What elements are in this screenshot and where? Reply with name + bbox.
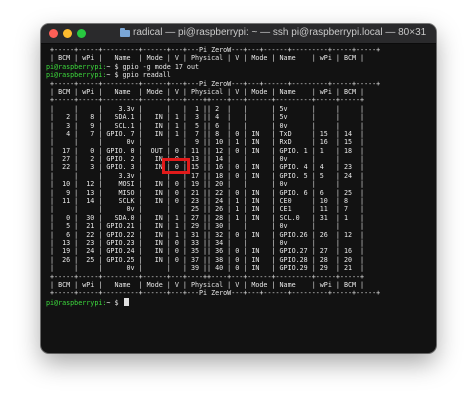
terminal-window: radical — pi@raspberrypi: ~ — ssh pi@ras… <box>41 24 436 353</box>
terminal-line: | BCM | wPi | Name | Mode | V | Physical… <box>46 54 365 63</box>
terminal-line: | 5 | 21 | GPIO.21 | IN | 1 | 29 || 30 |… <box>46 222 365 231</box>
minimize-button[interactable] <box>63 29 72 38</box>
terminal-line: | | | 0v | | | 39 || 40 | 0 | IN | GPIO.… <box>46 264 365 273</box>
title-bar[interactable]: radical — pi@raspberrypi: ~ — ssh pi@ras… <box>41 24 436 44</box>
terminal-line: | | | 3.3v | | | 17 || 18 | 0 | IN | GPI… <box>46 171 365 180</box>
terminal-line: | 2 | 8 | SDA.1 | IN | 1 | 3 || 4 | | | … <box>46 113 365 122</box>
terminal-line: +-----+-----+---------+------+---+----++… <box>46 96 365 105</box>
terminal-line: | 26 | 25 | GPIO.25 | IN | 0 | 37 || 38 … <box>46 255 365 264</box>
window-title: radical — pi@raspberrypi: ~ — ssh pi@ras… <box>133 27 427 38</box>
terminal-line: | 10 | 12 | MOSI | IN | 0 | 19 || 20 | |… <box>46 180 365 189</box>
terminal-line: | | | 0v | | | 25 || 26 | 1 | IN | CE1 |… <box>46 205 365 214</box>
terminal-line: | 19 | 24 | GPIO.24 | IN | 0 | 35 || 36 … <box>46 247 365 256</box>
terminal-line: | 6 | 22 | GPIO.22 | IN | 1 | 31 || 32 |… <box>46 230 365 239</box>
shell-prompt: pi@raspberrypi: <box>46 298 107 307</box>
terminal-line: | 27 | 2 | GPIO. 2 | IN | 0 | 13 || 14 |… <box>46 155 365 164</box>
terminal-line: | 22 | 3 | GPIO. 3 | IN | 0 | 15 || 16 |… <box>46 163 365 172</box>
terminal-line: +-----+-----+---------+------+---+---Pi … <box>46 289 381 298</box>
terminal-line: | BCM | wPi | Name | Mode | V | Physical… <box>46 280 365 289</box>
terminal-line: +-----+-----+---------+------+---+---Pi … <box>46 46 381 54</box>
prompt-suffix: ~ $ <box>106 298 123 307</box>
terminal-line: | 13 | 23 | GPIO.23 | IN | 0 | 33 || 34 … <box>46 238 365 247</box>
terminal-line: | 4 | 7 | GPIO. 7 | IN | 1 | 7 || 8 | 0 … <box>46 129 365 138</box>
close-button[interactable] <box>49 29 58 38</box>
command-text: ~ $ gpio readall <box>106 71 171 80</box>
terminal-line: +-----+-----+---------+------+---+----++… <box>46 272 365 281</box>
folder-icon <box>120 28 130 37</box>
terminal-line: | | | 3.3v | | | 1 || 2 | | | 5v | | | <box>46 104 365 113</box>
terminal-line: | 11 | 14 | SCLK | IN | 0 | 23 || 24 | 1… <box>46 197 365 206</box>
shell-prompt: pi@raspberrypi: <box>46 62 107 71</box>
terminal-line: | BCM | wPi | Name | Mode | V | Physical… <box>46 87 365 96</box>
terminal-line: | 17 | 0 | GPIO. 0 | OUT | 0 | 11 || 12 … <box>46 146 365 155</box>
command-text: ~ $ gpio -g mode 17 out <box>106 62 200 71</box>
terminal-line: | 3 | 9 | SCL.1 | IN | 1 | 5 || 6 | | | … <box>46 121 365 130</box>
shell-prompt: pi@raspberrypi: <box>46 71 107 80</box>
active-prompt-line[interactable]: pi@raspberrypi:~ $ <box>46 297 436 307</box>
zoom-button[interactable] <box>77 29 86 38</box>
terminal-line: pi@raspberrypi:~ $ gpio readall <box>46 71 436 79</box>
out-highlight-box <box>162 158 190 174</box>
terminal-line: +-----+-----+---------+------+---+---Pi … <box>46 79 381 88</box>
terminal-line: pi@raspberrypi:~ $ gpio -g mode 17 out <box>46 63 436 71</box>
terminal-output[interactable]: +-----+-----+---------+------+---+---Pi … <box>46 46 436 353</box>
terminal-line: | 9 | 13 | MISO | IN | 0 | 21 || 22 | 0 … <box>46 188 365 197</box>
terminal-line: | 0 | 30 | SDA.0 | IN | 1 | 27 || 28 | 1… <box>46 213 365 222</box>
text-cursor <box>123 297 129 306</box>
terminal-line: | | | 0v | | | 9 || 10 | 1 | IN | RxD | … <box>46 138 365 147</box>
